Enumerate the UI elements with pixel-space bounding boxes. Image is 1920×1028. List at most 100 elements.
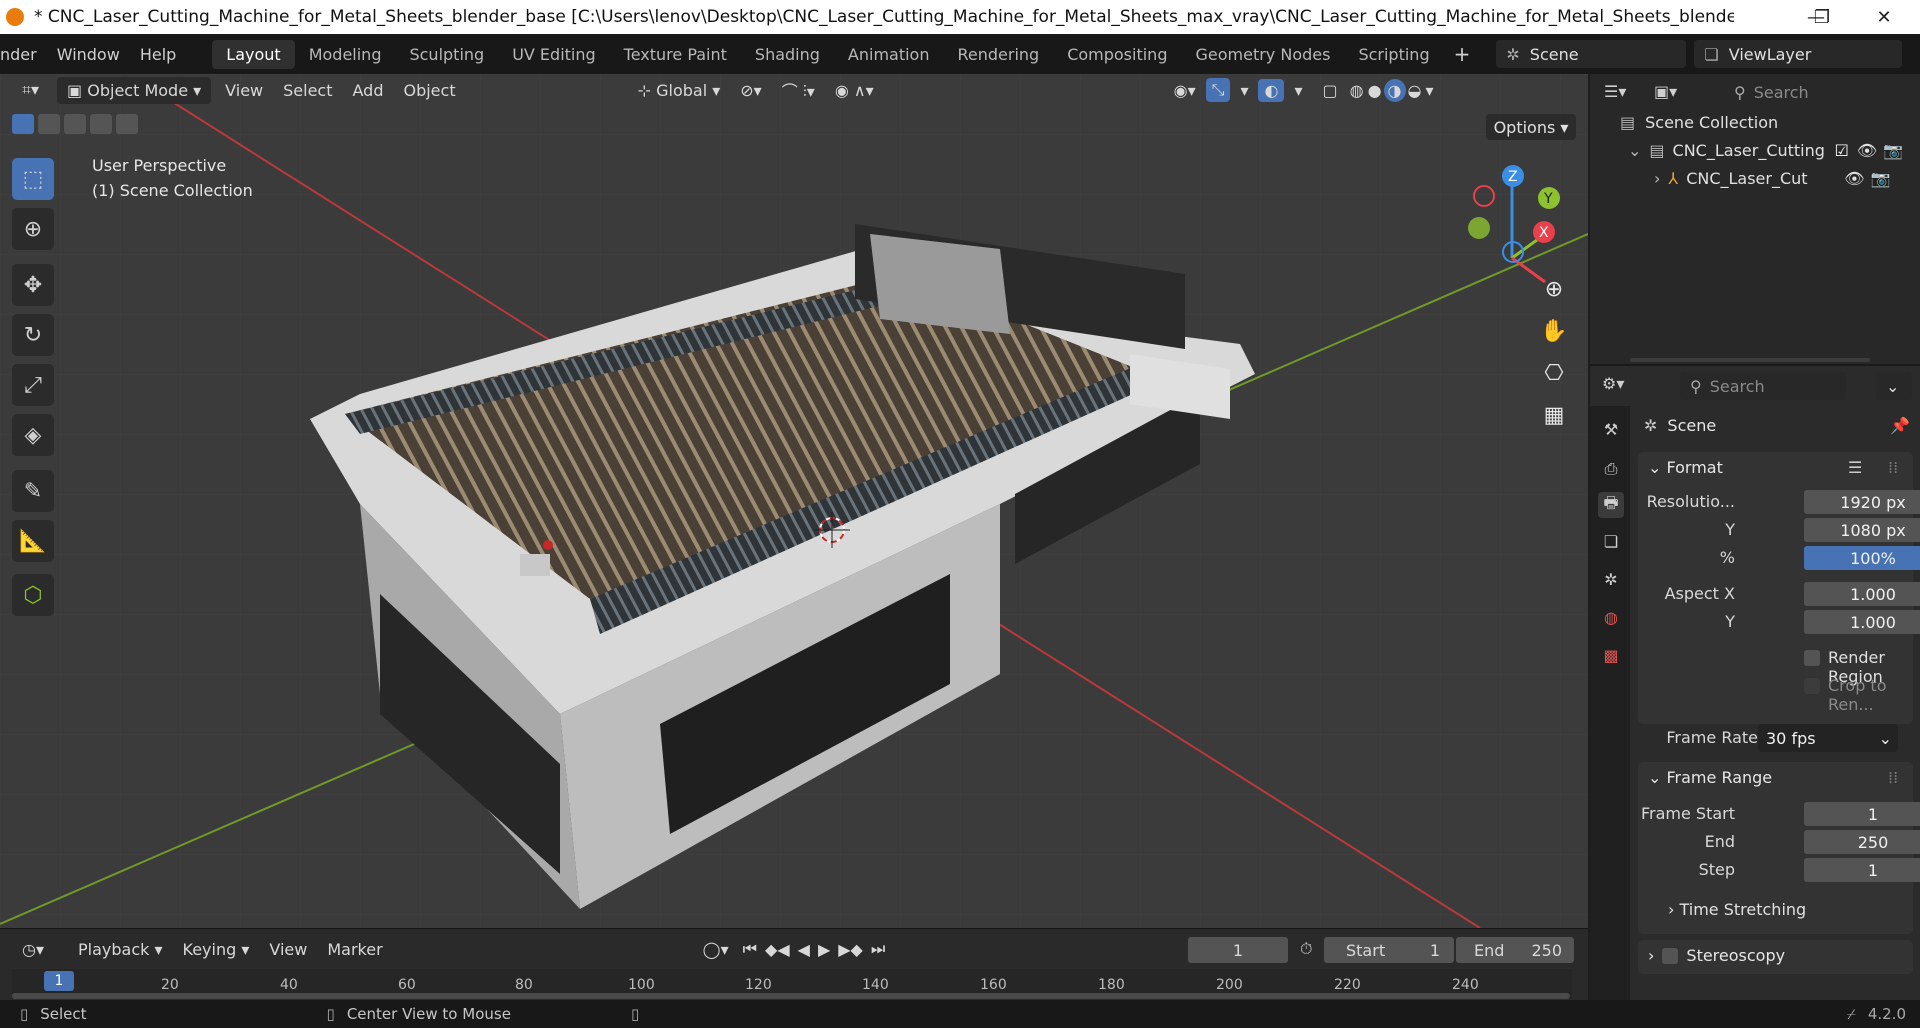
visibility-icon[interactable]: ◉▾ — [1164, 77, 1206, 104]
gizmo-toggle-icon[interactable]: ⤡ — [1205, 78, 1231, 102]
tab-scripting[interactable]: Scripting — [1344, 40, 1443, 69]
add-workspace-button[interactable]: + — [1444, 42, 1481, 66]
rendered-shading-icon[interactable]: ◒ — [1406, 77, 1424, 104]
drag-handle-icon[interactable]: ⁞⁞ — [1888, 458, 1898, 477]
measure-tool-icon[interactable]: 📐 — [12, 520, 54, 562]
resolution-x-field[interactable]: 1920 px — [1804, 490, 1920, 514]
frame-rate-dropdown[interactable]: 30 fps ⌄ — [1758, 724, 1898, 752]
jump-end-icon[interactable]: ⏭ — [867, 935, 889, 963]
properties-editor-icon[interactable]: ⚙▾ — [1602, 374, 1624, 393]
render-region-checkbox[interactable] — [1804, 650, 1820, 666]
outliner-search-input[interactable]: ⚲ Search — [1724, 78, 1892, 106]
menu-window[interactable]: Window — [47, 45, 130, 64]
pan-hand-icon[interactable]: ✋ — [1535, 312, 1573, 350]
world-tab-icon[interactable]: ◍ — [1598, 604, 1624, 630]
display-mode-icon[interactable]: ▣▾ — [1654, 82, 1677, 101]
scene-selector[interactable]: ✲ Scene — [1496, 40, 1687, 68]
tab-layout[interactable]: Layout — [212, 39, 295, 69]
chevron-down-icon[interactable]: ⌄ — [1628, 141, 1641, 160]
options-dropdown[interactable]: Options ▾ — [1486, 114, 1576, 140]
solid-shading-icon[interactable]: ● — [1366, 77, 1384, 104]
3d-viewport[interactable]: Z Y X ⌗▾ ▣ Object Mode ▾ View Select Add… — [0, 74, 1588, 928]
end-frame-field[interactable]: End 250 — [1456, 937, 1574, 963]
play-reverse-icon[interactable]: ◀ — [794, 936, 814, 963]
menu-marker[interactable]: Marker — [317, 936, 392, 963]
cursor-tool-icon[interactable]: ⊕ — [12, 208, 54, 250]
timeline-editor-type-icon[interactable]: ◷▾ — [12, 936, 54, 963]
zoom-icon[interactable]: ⊕ — [1535, 270, 1573, 308]
select-extend-icon[interactable] — [38, 114, 60, 134]
stereoscopy-checkbox[interactable] — [1662, 947, 1679, 964]
prev-keyframe-icon[interactable]: ◆◀ — [761, 936, 794, 963]
menu-view[interactable]: View — [215, 77, 273, 104]
time-stretching-subpanel[interactable]: › Time Stretching — [1668, 900, 1806, 919]
tool-tab-icon[interactable]: ⚒ — [1598, 416, 1624, 442]
camera-icon[interactable]: 📷 — [1883, 141, 1903, 160]
stereoscopy-header[interactable]: › Stereoscopy — [1648, 946, 1785, 965]
aspect-y-field[interactable]: 1.000 — [1804, 610, 1920, 634]
tab-sculpting[interactable]: Sculpting — [395, 40, 498, 69]
chevron-right-icon[interactable]: › — [1654, 169, 1660, 188]
outliner-item-collection[interactable]: ⌄ ▤ CNC_Laser_Cutting ☑ 👁 📷 — [1590, 136, 1920, 164]
scene-tab-icon[interactable]: ✲ — [1598, 566, 1624, 592]
select-new-icon[interactable] — [12, 114, 34, 134]
proportional-edit-icon[interactable]: ◉ ∧▾ — [825, 77, 884, 104]
tab-modeling[interactable]: Modeling — [295, 40, 396, 69]
texture-tab-icon[interactable]: ▩ — [1598, 642, 1624, 668]
play-icon[interactable]: ▶ — [814, 936, 834, 963]
camera-icon[interactable]: 📷 — [1871, 169, 1891, 188]
select-box-tool-icon[interactable]: ⬚ — [12, 158, 54, 200]
frame-step-field[interactable]: 1 — [1804, 858, 1920, 882]
aspect-x-field[interactable]: 1.000 — [1804, 582, 1920, 606]
menu-keying[interactable]: Keying ▾ — [173, 936, 260, 963]
format-panel-header[interactable]: ⌄ Format — [1648, 458, 1723, 477]
next-keyframe-icon[interactable]: ▶◆ — [834, 936, 867, 963]
eye-icon[interactable]: 👁 — [1857, 141, 1877, 160]
tab-rendering[interactable]: Rendering — [943, 40, 1053, 69]
add-cube-tool-icon[interactable]: ⬡ — [12, 574, 54, 616]
select-intersect-icon[interactable] — [116, 114, 138, 134]
material-shading-icon[interactable]: ◑ — [1383, 78, 1406, 102]
stereoscopy-panel[interactable]: › Stereoscopy — [1638, 940, 1913, 974]
xray-icon[interactable]: ▢ — [1312, 77, 1347, 104]
auto-keying-icon[interactable]: ◯▾ — [693, 936, 739, 963]
frame-end-field[interactable]: 250 — [1804, 830, 1920, 854]
output-tab-icon[interactable]: 🖶 — [1598, 492, 1624, 518]
view-layer-selector[interactable]: ❏ ViewLayer — [1694, 40, 1903, 68]
camera-view-icon[interactable]: ⎔ — [1535, 354, 1573, 392]
properties-options-icon[interactable]: ⌄ — [1876, 372, 1912, 400]
snap-icon[interactable]: ⌒ ⫶▾ — [772, 74, 825, 106]
tab-geometry-nodes[interactable]: Geometry Nodes — [1181, 40, 1344, 69]
resolution-percent-slider[interactable]: 100% — [1804, 546, 1920, 570]
drag-handle-icon[interactable]: ⁞⁞ — [1888, 768, 1898, 787]
menu-select[interactable]: Select — [273, 77, 342, 104]
tab-texture-paint[interactable]: Texture Paint — [610, 40, 741, 69]
outliner-scene-collection[interactable]: ▤ Scene Collection — [1590, 108, 1920, 136]
frame-start-field[interactable]: 1 — [1804, 802, 1920, 826]
properties-search-input[interactable]: ⚲ Search — [1680, 372, 1846, 400]
tab-uv-editing[interactable]: UV Editing — [498, 40, 609, 69]
frame-range-panel-header[interactable]: ⌄ Frame Range — [1648, 768, 1772, 787]
scale-tool-icon[interactable]: ⤢ — [12, 364, 54, 406]
menu-help[interactable]: Help — [130, 45, 186, 64]
menu-playback[interactable]: Playback ▾ — [68, 936, 173, 963]
preview-range-icon[interactable]: ⏱ — [1300, 939, 1312, 959]
eye-icon[interactable]: 👁 — [1844, 169, 1864, 188]
transform-orientation-dropdown[interactable]: ⊹ Global ▾ — [628, 77, 731, 104]
transform-tool-icon[interactable]: ◈ — [12, 414, 54, 456]
select-invert-icon[interactable] — [90, 114, 112, 134]
resolution-y-field[interactable]: 1080 px — [1804, 518, 1920, 542]
overlay-toggle-icon[interactable]: ◐ — [1258, 78, 1285, 102]
shading-dropdown-icon[interactable]: ▾ — [1423, 77, 1435, 104]
render-tab-icon[interactable]: ⎙ — [1598, 456, 1624, 482]
pin-icon[interactable]: 📌 — [1890, 416, 1910, 435]
timeline-scrollbar[interactable] — [12, 993, 1570, 999]
menu-timeline-view[interactable]: View — [259, 936, 317, 963]
jump-start-icon[interactable]: ⏮ — [739, 935, 761, 963]
menu-add[interactable]: Add — [343, 77, 394, 104]
outliner-editor-icon[interactable]: ☰▾ — [1604, 82, 1626, 101]
select-subtract-icon[interactable] — [64, 114, 86, 134]
editor-type-icon[interactable]: ⌗▾ — [12, 76, 49, 104]
object-mode-dropdown[interactable]: ▣ Object Mode ▾ — [57, 76, 212, 104]
presets-list-icon[interactable]: ☰ — [1848, 458, 1862, 477]
